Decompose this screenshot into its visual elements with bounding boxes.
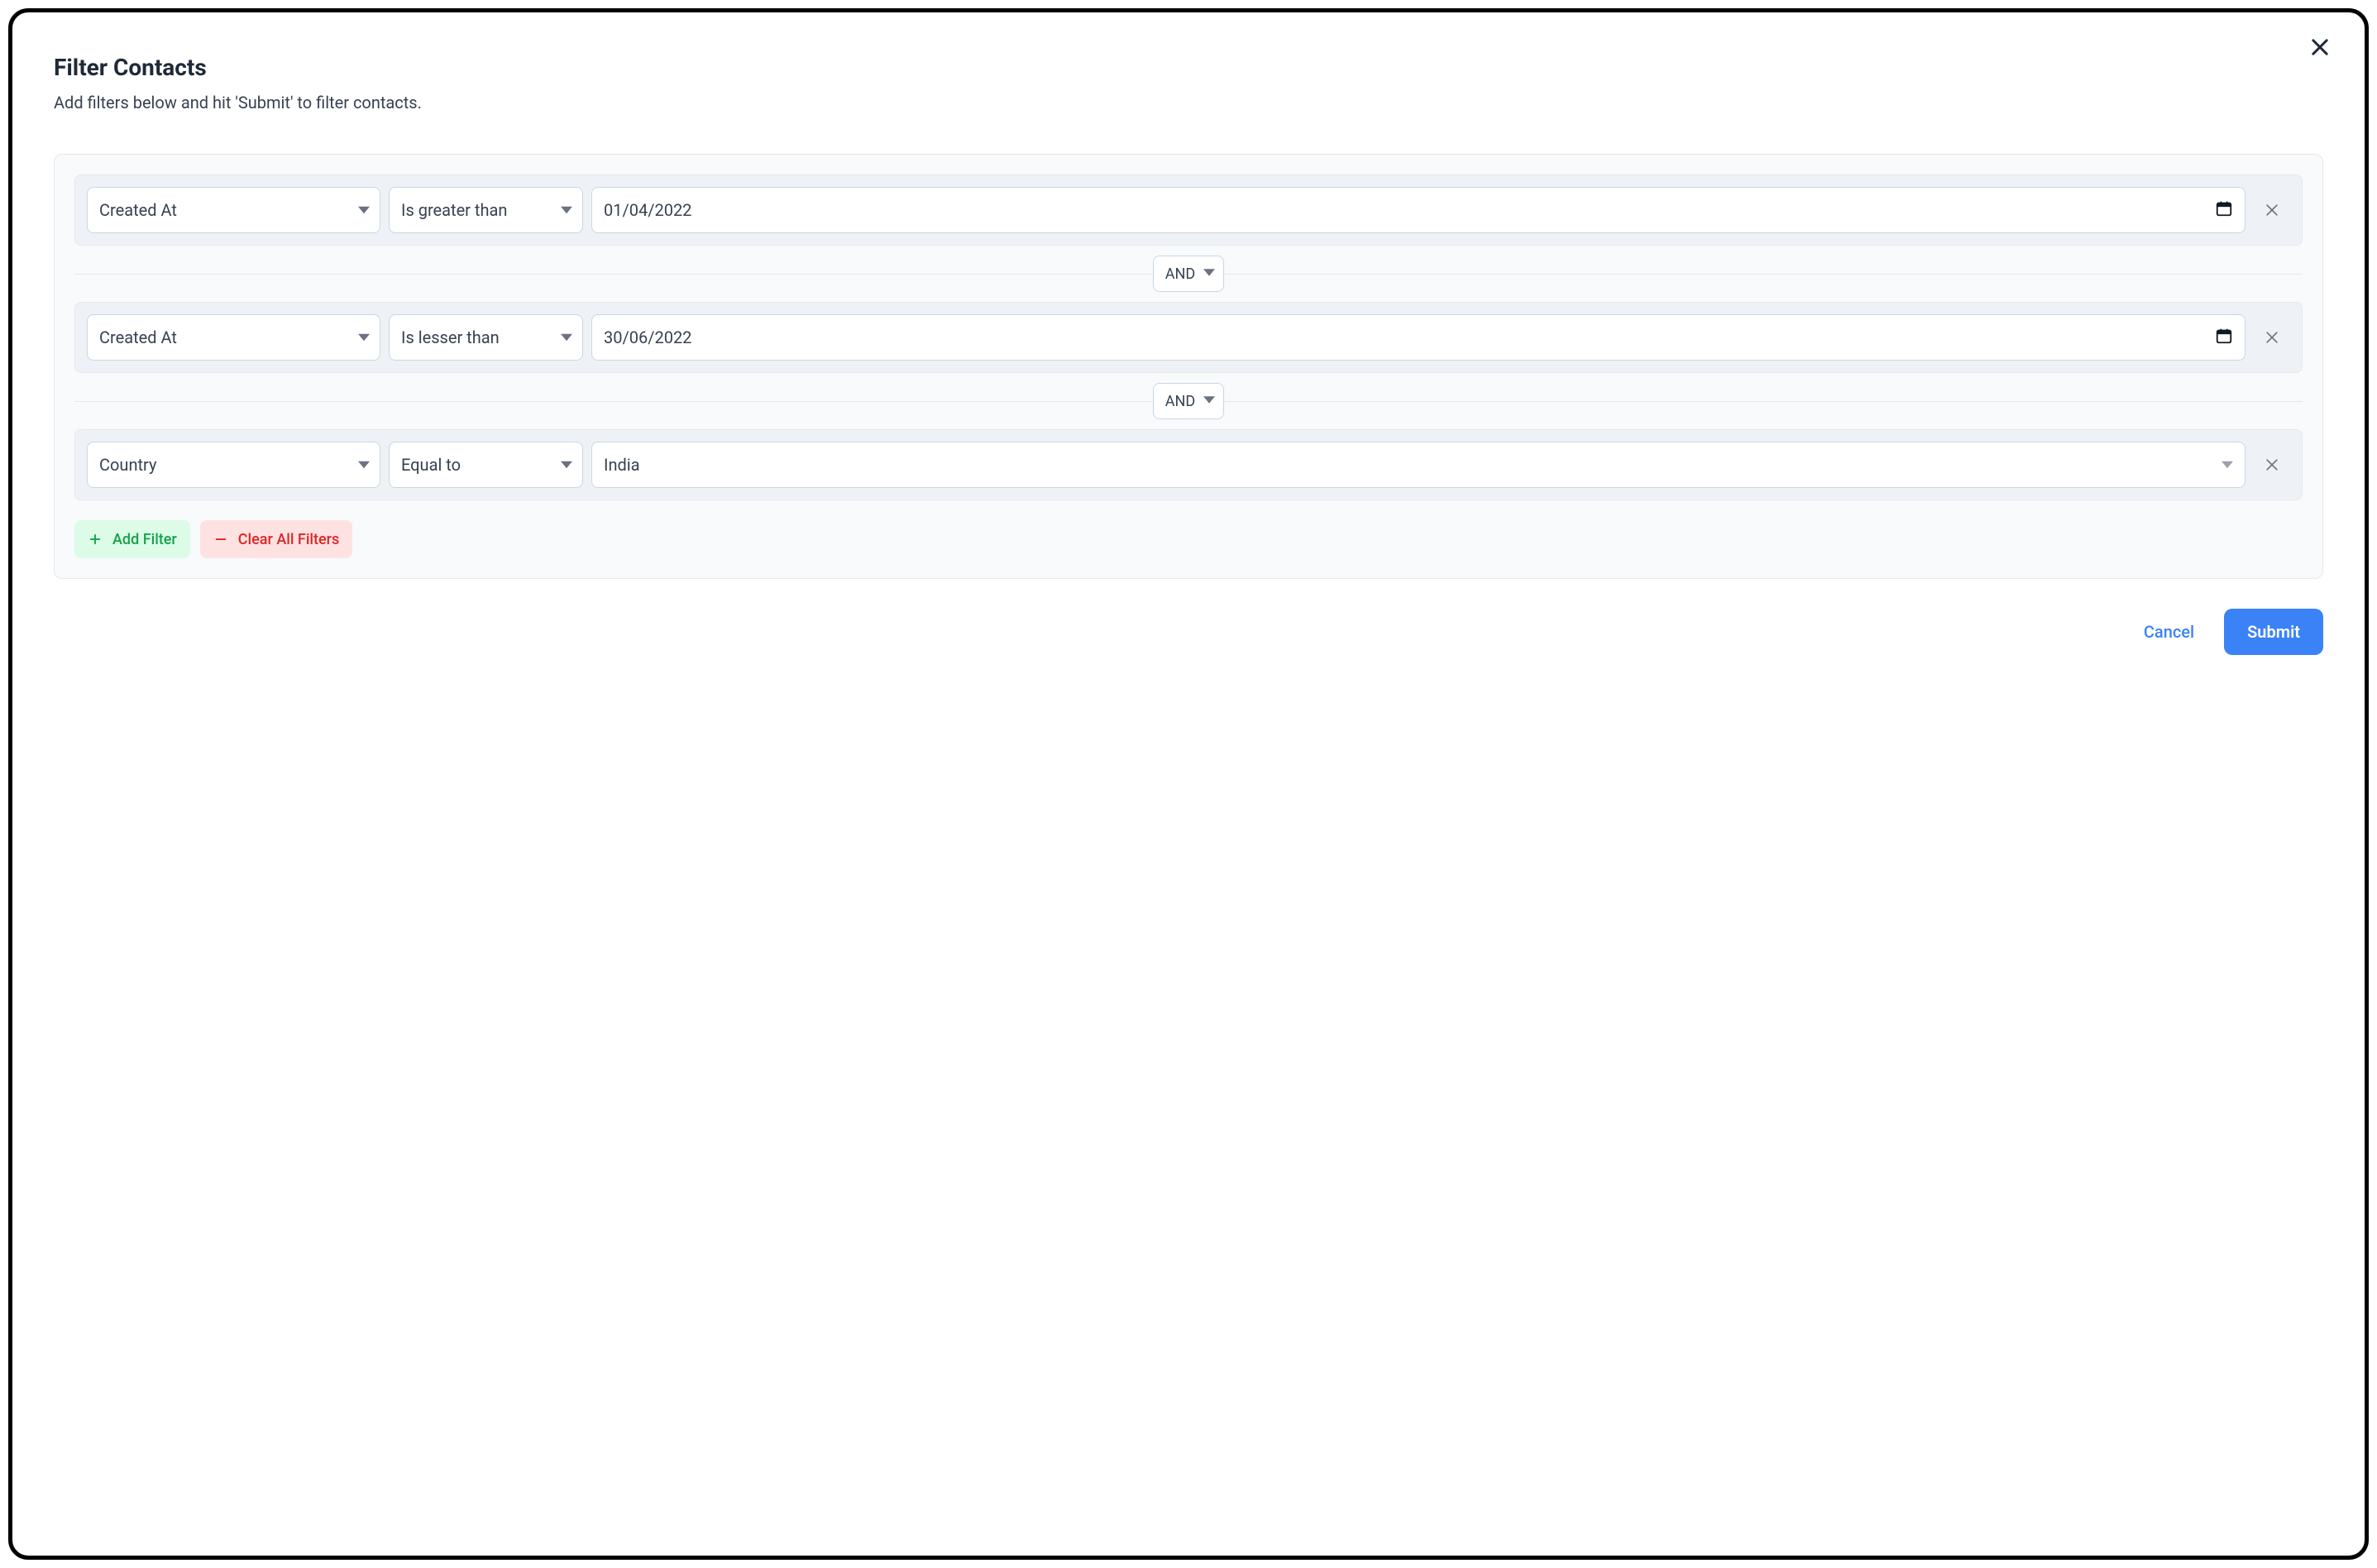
chevron-down-icon <box>1203 393 1215 410</box>
filter-row: Created At Is lesser than 30/06/2022 <box>74 302 2303 373</box>
value-date-input[interactable]: 30/06/2022 <box>591 314 2245 361</box>
remove-filter-button[interactable] <box>2254 457 2290 473</box>
chevron-down-icon <box>358 455 370 475</box>
connector-select[interactable]: AND <box>1153 383 1224 419</box>
chevron-down-icon <box>2222 455 2233 475</box>
value-date-input[interactable]: 01/04/2022 <box>591 187 2245 233</box>
chevron-down-icon <box>358 327 370 347</box>
remove-filter-button[interactable] <box>2254 329 2290 346</box>
field-select[interactable]: Country <box>87 442 380 488</box>
submit-button[interactable]: Submit <box>2224 609 2323 655</box>
operator-select-value: Is greater than <box>401 200 507 220</box>
filter-row: Created At Is greater than 01/04/2022 <box>74 174 2303 246</box>
plus-icon <box>88 532 103 547</box>
remove-filter-button[interactable] <box>2254 202 2290 218</box>
chevron-down-icon <box>1203 265 1215 283</box>
calendar-icon <box>2215 327 2233 349</box>
chevron-down-icon <box>358 200 370 220</box>
field-select-value: Created At <box>99 200 177 220</box>
cancel-button[interactable]: Cancel <box>2129 610 2209 653</box>
field-select[interactable]: Created At <box>87 314 380 361</box>
minus-icon <box>213 532 228 547</box>
value-date-text: 30/06/2022 <box>604 327 691 347</box>
clear-filters-label: Clear All Filters <box>238 531 339 548</box>
operator-select[interactable]: Is lesser than <box>389 314 583 361</box>
close-button[interactable] <box>2308 36 2332 62</box>
close-icon <box>2308 36 2332 59</box>
operator-select[interactable]: Equal to <box>389 442 583 488</box>
field-select-value: Created At <box>99 327 177 347</box>
connector: AND <box>74 246 2303 302</box>
operator-select-value: Is lesser than <box>401 327 500 347</box>
dialog-footer: Cancel Submit <box>54 609 2323 655</box>
clear-filters-button[interactable]: Clear All Filters <box>200 520 352 558</box>
add-filter-label: Add Filter <box>112 531 177 548</box>
filter-dialog: Filter Contacts Add filters below and hi… <box>8 8 2369 1560</box>
chevron-down-icon <box>561 200 572 220</box>
connector-value: AND <box>1165 393 1195 410</box>
dialog-subtitle: Add filters below and hit 'Submit' to fi… <box>54 93 2323 112</box>
connector-value: AND <box>1165 265 1195 283</box>
filter-row: Country Equal to India <box>74 429 2303 500</box>
chevron-down-icon <box>561 327 572 347</box>
close-icon <box>2264 202 2280 218</box>
calendar-icon <box>2215 199 2233 222</box>
close-icon <box>2264 329 2280 346</box>
value-date-text: 01/04/2022 <box>604 200 691 220</box>
value-select-text: India <box>604 455 640 475</box>
panel-actions: Add Filter Clear All Filters <box>74 520 2303 558</box>
filters-panel: Created At Is greater than 01/04/2022 AN… <box>54 154 2323 579</box>
field-select[interactable]: Created At <box>87 187 380 233</box>
field-select-value: Country <box>99 455 156 475</box>
connector: AND <box>74 373 2303 429</box>
connector-select[interactable]: AND <box>1153 256 1224 292</box>
close-icon <box>2264 457 2280 473</box>
operator-select-value: Equal to <box>401 455 461 475</box>
operator-select[interactable]: Is greater than <box>389 187 583 233</box>
add-filter-button[interactable]: Add Filter <box>74 520 190 558</box>
dialog-title: Filter Contacts <box>54 54 2323 81</box>
value-select[interactable]: India <box>591 442 2245 488</box>
chevron-down-icon <box>561 455 572 475</box>
